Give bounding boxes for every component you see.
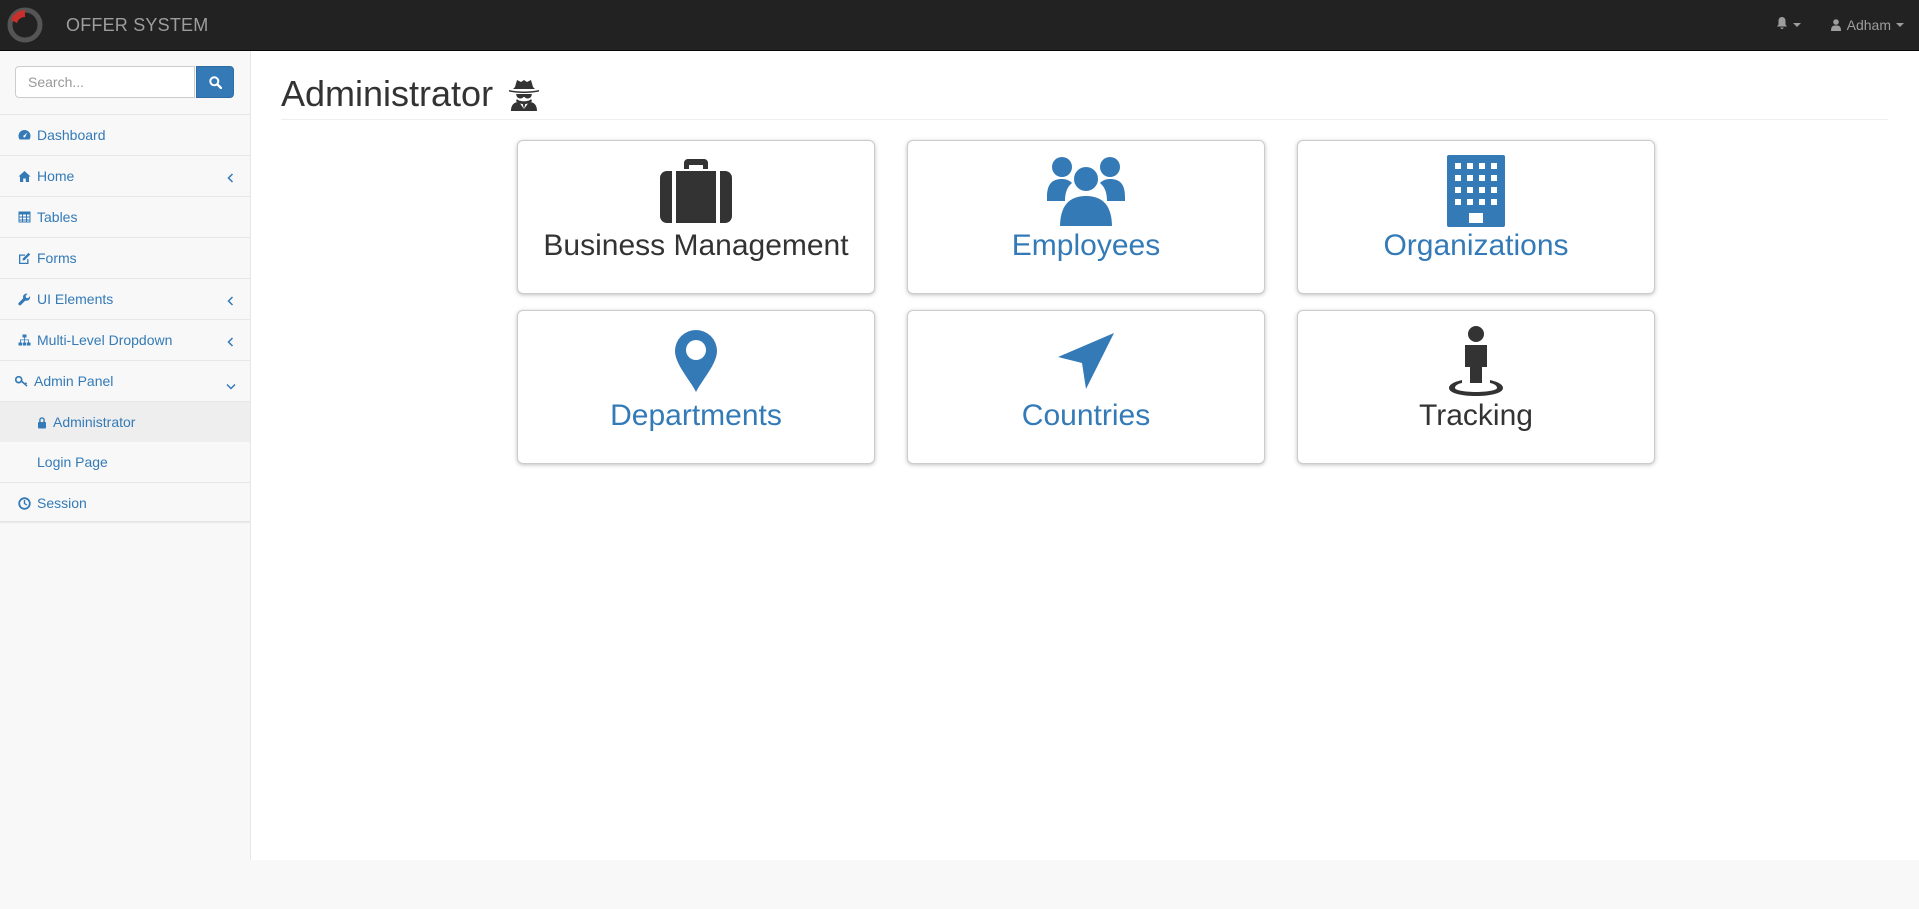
tile-countries[interactable]: Countries [907,310,1265,464]
sidebar-item-label: Home [37,168,75,184]
sidebar-item-label: Forms [37,250,77,266]
sidebar-item-administrator[interactable]: Administrator [0,402,250,442]
page-header: Administrator [281,69,1888,120]
search-icon [208,75,222,89]
sidebar-item-label: Tables [37,209,78,225]
top-navbar: OFFER SYSTEM Adham [0,0,1919,51]
table-icon [18,211,31,224]
sidebar-item-label: Login Page [37,454,108,470]
brand-logo-icon[interactable] [6,6,44,44]
lock-icon [37,416,47,429]
sidebar-divider [0,521,250,524]
dashboard-icon [18,129,31,142]
sidebar-item-dashboard[interactable]: Dashboard [0,115,250,156]
tile-label: Organizations [1383,229,1569,262]
search-button[interactable] [196,66,234,98]
sidebar-item-session[interactable]: Session [0,483,250,524]
sidebar-item-multi-level-dropdown[interactable]: Multi-Level Dropdown [0,320,250,361]
sidebar-item-label: Administrator [53,414,136,430]
main-content: Administrator Business Management Employ… [251,51,1919,860]
map-marker-icon [675,325,717,397]
sidebar-item-label: UI Elements [37,291,114,307]
edit-icon [18,252,31,265]
user-name: Adham [1846,17,1891,33]
sidebar-item-ui-elements[interactable]: UI Elements [0,279,250,320]
briefcase-icon [660,155,732,227]
chevron-down-icon [1792,23,1801,27]
sidebar-item-tables[interactable]: Tables [0,197,250,238]
wrench-icon [18,293,31,306]
tile-label: Countries [1021,399,1151,432]
chevron-left-icon [227,334,234,350]
search-input[interactable] [15,66,195,98]
sidebar-search [0,51,250,115]
sidebar-item-label: Dashboard [37,127,106,143]
street-view-icon [1447,325,1505,397]
key-icon [15,375,28,388]
bell-icon [1776,17,1788,33]
tile-label: Tracking [1419,399,1533,432]
sitemap-icon [18,334,31,347]
home-icon [18,170,31,183]
tile-business-management[interactable]: Business Management [517,140,875,294]
tile-label: Departments [610,399,782,432]
user-icon [1830,19,1841,31]
admin-panel-submenu: Administrator Login Page [0,402,250,483]
sidebar-item-label: Admin Panel [34,373,114,389]
clock-icon [18,496,31,510]
tile-label: Business Management [543,229,849,262]
sidebar-item-admin-panel[interactable]: Admin Panel [0,361,250,402]
sidebar-item-forms[interactable]: Forms [0,238,250,279]
tile-employees[interactable]: Employees [907,140,1265,294]
tile-tracking[interactable]: Tracking [1297,310,1655,464]
building-icon [1447,155,1505,227]
footer-area [0,860,1919,909]
chevron-down-icon [1896,23,1904,27]
chevron-left-icon [227,170,234,186]
brand-title[interactable]: OFFER SYSTEM [66,15,208,36]
sidebar-item-login-page[interactable]: Login Page [0,442,250,482]
notifications-dropdown[interactable] [1761,0,1816,50]
sidebar-item-label: Session [37,495,87,511]
page-title: Administrator [281,73,494,114]
sidebar-item-home[interactable]: Home [0,156,250,197]
user-secret-icon [509,77,540,111]
user-dropdown[interactable]: Adham [1816,0,1919,50]
location-arrow-icon [1056,325,1116,397]
chevron-down-icon [226,377,236,393]
sidebar: Dashboard Home Tables Forms UI Elements [0,51,251,860]
sidebar-item-label: Multi-Level Dropdown [37,332,173,348]
tile-organizations[interactable]: Organizations [1297,140,1655,294]
chevron-left-icon [227,293,234,309]
users-icon [1047,155,1125,227]
tile-departments[interactable]: Departments [517,310,875,464]
tile-label: Employees [1011,229,1161,262]
